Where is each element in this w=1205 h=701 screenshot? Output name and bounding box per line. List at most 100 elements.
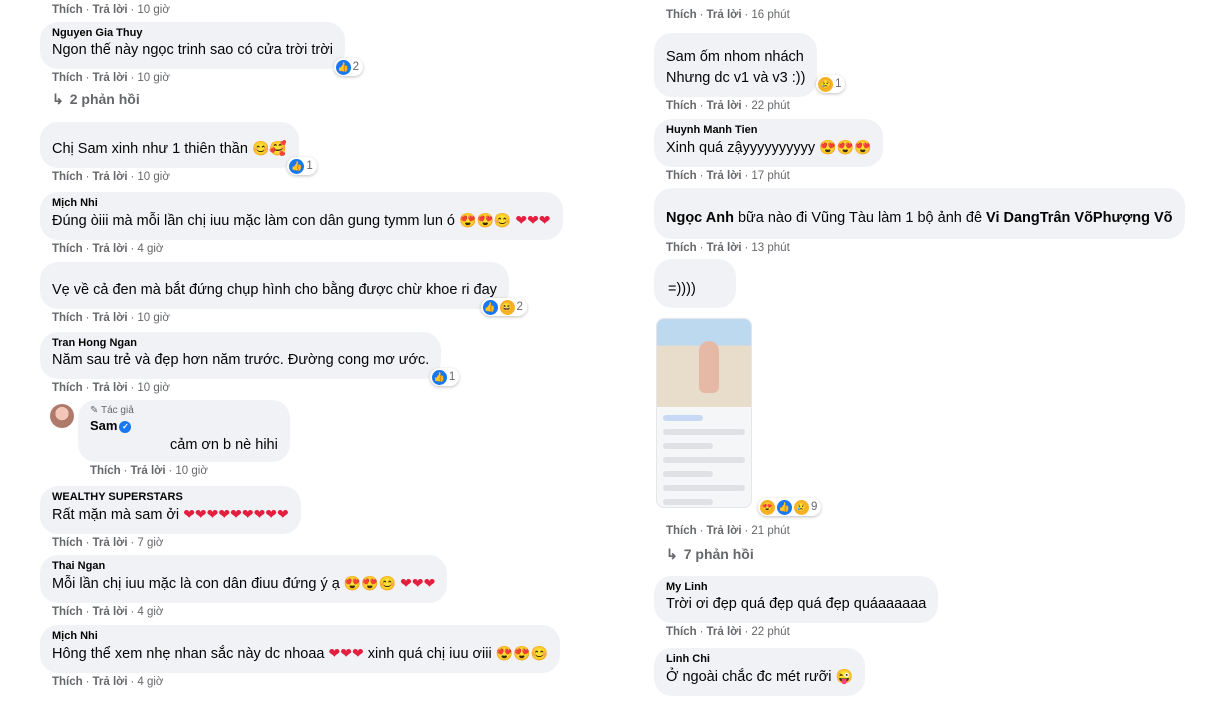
- reply-link[interactable]: Trả lời: [93, 537, 128, 549]
- comment-time: 4 giờ: [137, 606, 164, 618]
- like-link[interactable]: Thích: [52, 537, 83, 549]
- comment-time: 10 giờ: [137, 72, 170, 84]
- comment-author[interactable]: Thai Ngan: [52, 559, 435, 573]
- comment-time: 17 phút: [751, 170, 790, 182]
- like-link[interactable]: Thích: [666, 9, 697, 21]
- reaction-summary[interactable]: 👍 😆 2: [480, 298, 527, 316]
- like-link[interactable]: Thích: [666, 100, 697, 112]
- view-replies-link[interactable]: ↳ 7 phản hồi: [654, 546, 754, 563]
- like-link[interactable]: Thích: [90, 465, 121, 477]
- comment: WEALTHY SUPERSTARS Rất mặn mà sam ởi ❤❤❤…: [40, 486, 301, 553]
- comment-text: Ngọc Anh bữa nào đi Vũng Tàu làm 1 bộ ản…: [666, 210, 1173, 226]
- reply-link[interactable]: Trả lời: [93, 72, 128, 84]
- comment: Thai Ngan Mỗi lần chị iuu mặc là con dân…: [40, 555, 448, 622]
- comment-meta-row: Thích · Trả lời · 16 phút: [666, 9, 790, 21]
- reply-link[interactable]: Trả lời: [707, 100, 742, 112]
- reaction-summary[interactable]: 👍 1: [287, 157, 317, 175]
- comment-time: 10 giờ: [137, 4, 170, 16]
- comment-author[interactable]: Mịch Nhi: [52, 629, 548, 643]
- like-link[interactable]: Thích: [52, 676, 83, 688]
- emoji-icon: 😊🥰: [251, 140, 287, 156]
- mentioned-name-hidden: [90, 435, 170, 449]
- comment-time: 10 giờ: [137, 312, 170, 324]
- attached-screenshot-image[interactable]: [656, 318, 752, 508]
- reply-link[interactable]: Trả lời: [93, 4, 128, 16]
- like-link[interactable]: Thích: [666, 525, 697, 537]
- comment-bubble: WEALTHY SUPERSTARS Rất mặn mà sam ởi ❤❤❤…: [40, 486, 301, 534]
- comment-author[interactable]: Nguyen Gia Thuy: [52, 26, 333, 40]
- like-link[interactable]: Thích: [52, 312, 83, 324]
- heart-emoji-icon: ❤❤❤: [328, 645, 364, 661]
- like-link[interactable]: Thích: [52, 606, 83, 618]
- like-link[interactable]: Thích: [52, 4, 83, 16]
- like-link[interactable]: Thích: [52, 72, 83, 84]
- reply-link[interactable]: Trả lời: [707, 242, 742, 254]
- reply-link[interactable]: Trả lời: [93, 676, 128, 688]
- comment-author[interactable]: Tran Hong Ngan: [52, 336, 429, 350]
- comment-author[interactable]: Mịch Nhi: [52, 196, 551, 210]
- like-link[interactable]: Thích: [666, 170, 697, 182]
- comment-bubble: Chị Sam xinh như 1 thiên thần 😊🥰 👍 1: [40, 122, 317, 175]
- author-reply-comment: ✎ Tác giả Sam ✓ cảm ơn b nè hihi Thích · Tr…: [78, 400, 290, 481]
- comment: Mịch Nhi Đúng òiii mà mỗi lần chị iuu mặ…: [40, 192, 563, 259]
- comment-time: 13 phút: [751, 242, 790, 254]
- comment-time: 22 phút: [751, 626, 790, 638]
- heart-emoji-icon: ❤❤❤❤❤❤❤❤❤: [183, 506, 289, 522]
- emoji-icon: 😍😍😊: [459, 212, 512, 228]
- comment-author[interactable]: My Linh: [666, 580, 926, 594]
- comment-text: Chị Sam xinh như 1 thiên thần 😊🥰: [52, 140, 287, 157]
- comment-author[interactable]: Huynh Manh Tien: [666, 123, 871, 137]
- comment-author[interactable]: Linh Chi: [666, 652, 853, 666]
- like-link[interactable]: Thích: [666, 626, 697, 638]
- reply-link[interactable]: Trả lời: [131, 465, 166, 477]
- mention-tag[interactable]: Vi DangTrân VõPhượng Võ: [986, 210, 1173, 226]
- reaction-summary[interactable]: 👍 2: [333, 58, 363, 76]
- reaction-count: 2: [352, 61, 359, 73]
- comment-bubble: Nguyen Gia Thuy Ngon thế này ngọc trinh …: [40, 22, 363, 76]
- comment-text: =)))): [668, 281, 696, 297]
- view-replies-link[interactable]: ↳ 2 phản hồi: [40, 91, 140, 108]
- reply-link[interactable]: Trả lời: [93, 171, 128, 183]
- like-link[interactable]: Thích: [52, 382, 83, 394]
- placeholder-line: [663, 499, 713, 505]
- reaction-summary[interactable]: 😢 1: [816, 75, 846, 93]
- reply-link[interactable]: Trả lời: [707, 626, 742, 638]
- comment-time: 4 giờ: [137, 243, 164, 255]
- reply-link[interactable]: Trả lời: [707, 9, 742, 21]
- like-link[interactable]: Thích: [52, 171, 83, 183]
- reaction-summary[interactable]: 👍 1: [429, 368, 460, 386]
- reply-link[interactable]: Trả lời: [93, 382, 128, 394]
- placeholder-line: [663, 415, 703, 421]
- author-badge: ✎ Tác giả: [90, 405, 134, 416]
- comment-bubble: Mịch Nhi Đúng òiii mà mỗi lần chị iuu mặ…: [40, 192, 563, 240]
- avatar[interactable]: [50, 404, 74, 428]
- emoji-icon: 😍😍😊: [495, 645, 549, 661]
- like-link[interactable]: Thích: [52, 243, 83, 255]
- comment: Mịch Nhi Hông thể xem nhẹ nhan sắc này d…: [40, 625, 561, 692]
- placeholder-line: [663, 471, 713, 477]
- reply-link[interactable]: Trả lời: [707, 525, 742, 537]
- comment-time: 10 giờ: [137, 171, 170, 183]
- comment: Linh Chi Ở ngoài chắc đc mét rưỡi 😜: [654, 648, 865, 696]
- reply-link[interactable]: Trả lời: [93, 606, 128, 618]
- beach-photo: [657, 319, 751, 407]
- mention-tag[interactable]: Ngọc Anh: [666, 210, 734, 226]
- comment: Tran Hong Ngan Năm sau trẻ và đẹp hơn nă…: [40, 332, 460, 398]
- reply-link[interactable]: Trả lời: [93, 312, 128, 324]
- placeholder-line: [663, 443, 713, 449]
- like-reaction-icon: 👍: [289, 158, 305, 174]
- comment-author[interactable]: Sam ✓: [90, 418, 132, 433]
- comment-time: 7 giờ: [137, 537, 164, 549]
- reaction-summary[interactable]: 😍 👍 😢 9: [758, 498, 822, 516]
- reply-link[interactable]: Trả lời: [93, 243, 128, 255]
- comment-author[interactable]: WEALTHY SUPERSTARS: [52, 490, 289, 504]
- replies-count-label: 7 phản hồi: [683, 546, 754, 562]
- comment-meta-row: Thích · Trả lời · 10 giờ: [52, 4, 170, 16]
- comment-bubble: Sam ốm nhom nhách Nhưng dc v1 và v3 :)) …: [654, 33, 846, 97]
- reply-link[interactable]: Trả lời: [707, 170, 742, 182]
- reply-arrow-icon: ↳: [52, 91, 64, 107]
- comment-time: 10 giờ: [137, 382, 170, 394]
- like-link[interactable]: Thích: [666, 242, 697, 254]
- comment: Huynh Manh Tien Xinh quá zậyyyyyyyyyy 😍😍…: [654, 119, 884, 186]
- comment-text: Ngon thế này ngọc trinh sao có cửa trời …: [52, 42, 333, 58]
